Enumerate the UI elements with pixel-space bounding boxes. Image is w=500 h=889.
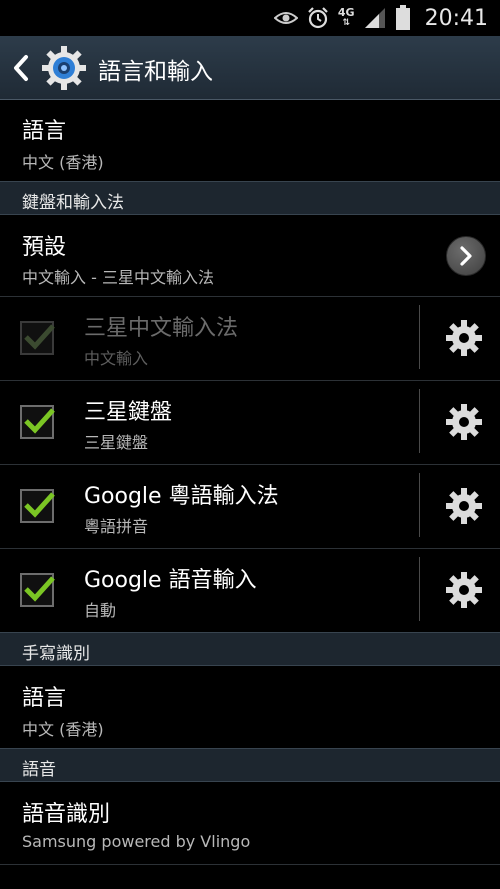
gear-icon[interactable] [444,402,484,442]
ime-subtitle: 自動 [84,601,117,620]
handwriting-language-value: 中文 (香港) [22,720,104,739]
ime-subtitle: 粵語拼音 [84,517,149,536]
battery-icon [395,5,410,30]
ime-checkbox-samsung-chinese [20,321,55,355]
ime-row-samsung-chinese: 三星中文輸入法 中文輸入 [0,297,500,380]
checkmark-icon [24,492,55,518]
ime-row-samsung-keyboard: 三星鍵盤 三星鍵盤 [0,381,500,464]
settings-gear-icon[interactable] [40,44,88,92]
gear-icon[interactable] [444,570,484,610]
ime-checkbox-google-cantonese[interactable] [20,489,55,523]
ime-checkbox-google-voice[interactable] [20,573,55,607]
chevron-right-button[interactable] [446,236,486,276]
section-header-label: 鍵盤和輸入法 [22,193,124,213]
language-title: 語言 [22,119,67,144]
signal-icon [364,8,385,28]
ime-checkbox-samsung-keyboard[interactable] [20,405,55,439]
section-header-label: 手寫識別 [22,644,90,664]
divider [0,864,500,865]
ime-title: Google 語音輸入 [84,568,257,593]
vertical-separator [419,389,420,453]
speech-recognition-value: Samsung powered by Vlingo [22,832,251,851]
alarm-icon [308,7,328,29]
ime-title: 三星中文輸入法 [84,316,239,341]
section-header-speech: 語音 [0,748,500,782]
language-preference[interactable]: 語言 中文 (香港) [0,101,500,181]
ime-subtitle: 中文輸入 [84,349,149,368]
eye-icon [273,12,298,24]
gear-icon[interactable] [444,318,484,358]
vertical-separator [419,557,420,621]
status-time: 20:41 [424,5,488,31]
vertical-separator [419,305,420,369]
speech-recognition-preference[interactable]: 語音識別 Samsung powered by Vlingo [0,782,500,864]
default-input-preference[interactable]: 預設 中文輸入 - 三星中文輸入法 [0,215,500,296]
gear-icon[interactable] [444,486,484,526]
speech-recognition-title: 語音識別 [22,802,111,827]
default-title: 預設 [22,235,67,260]
language-value: 中文 (香港) [22,153,104,172]
ime-title: Google 粵語輸入法 [84,484,279,509]
ime-row-google-cantonese: Google 粵語輸入法 粵語拼音 [0,465,500,548]
checkmark-icon [24,324,55,350]
status-bar: 4G ⇅ 20:41 [0,0,500,36]
section-header-keyboard: 鍵盤和輸入法 [0,181,500,215]
default-value: 中文輸入 - 三星中文輸入法 [22,268,214,287]
ime-row-google-voice: Google 語音輸入 自動 [0,549,500,632]
checkmark-icon [24,408,55,434]
section-header-label: 語音 [22,760,56,780]
ime-subtitle: 三星鍵盤 [84,433,149,452]
vertical-separator [419,473,420,537]
chevron-right-icon [460,246,472,266]
section-header-handwriting: 手寫識別 [0,632,500,666]
checkmark-icon [24,576,55,602]
page-title: 語言和輸入 [98,59,213,85]
network-indicator: 4G ⇅ [337,6,355,28]
handwriting-language-title: 語言 [22,686,67,711]
action-bar: 語言和輸入 [0,36,500,100]
handwriting-language-preference[interactable]: 語言 中文 (香港) [0,666,500,748]
back-arrow-icon[interactable] [10,53,32,83]
ime-title: 三星鍵盤 [84,400,173,425]
